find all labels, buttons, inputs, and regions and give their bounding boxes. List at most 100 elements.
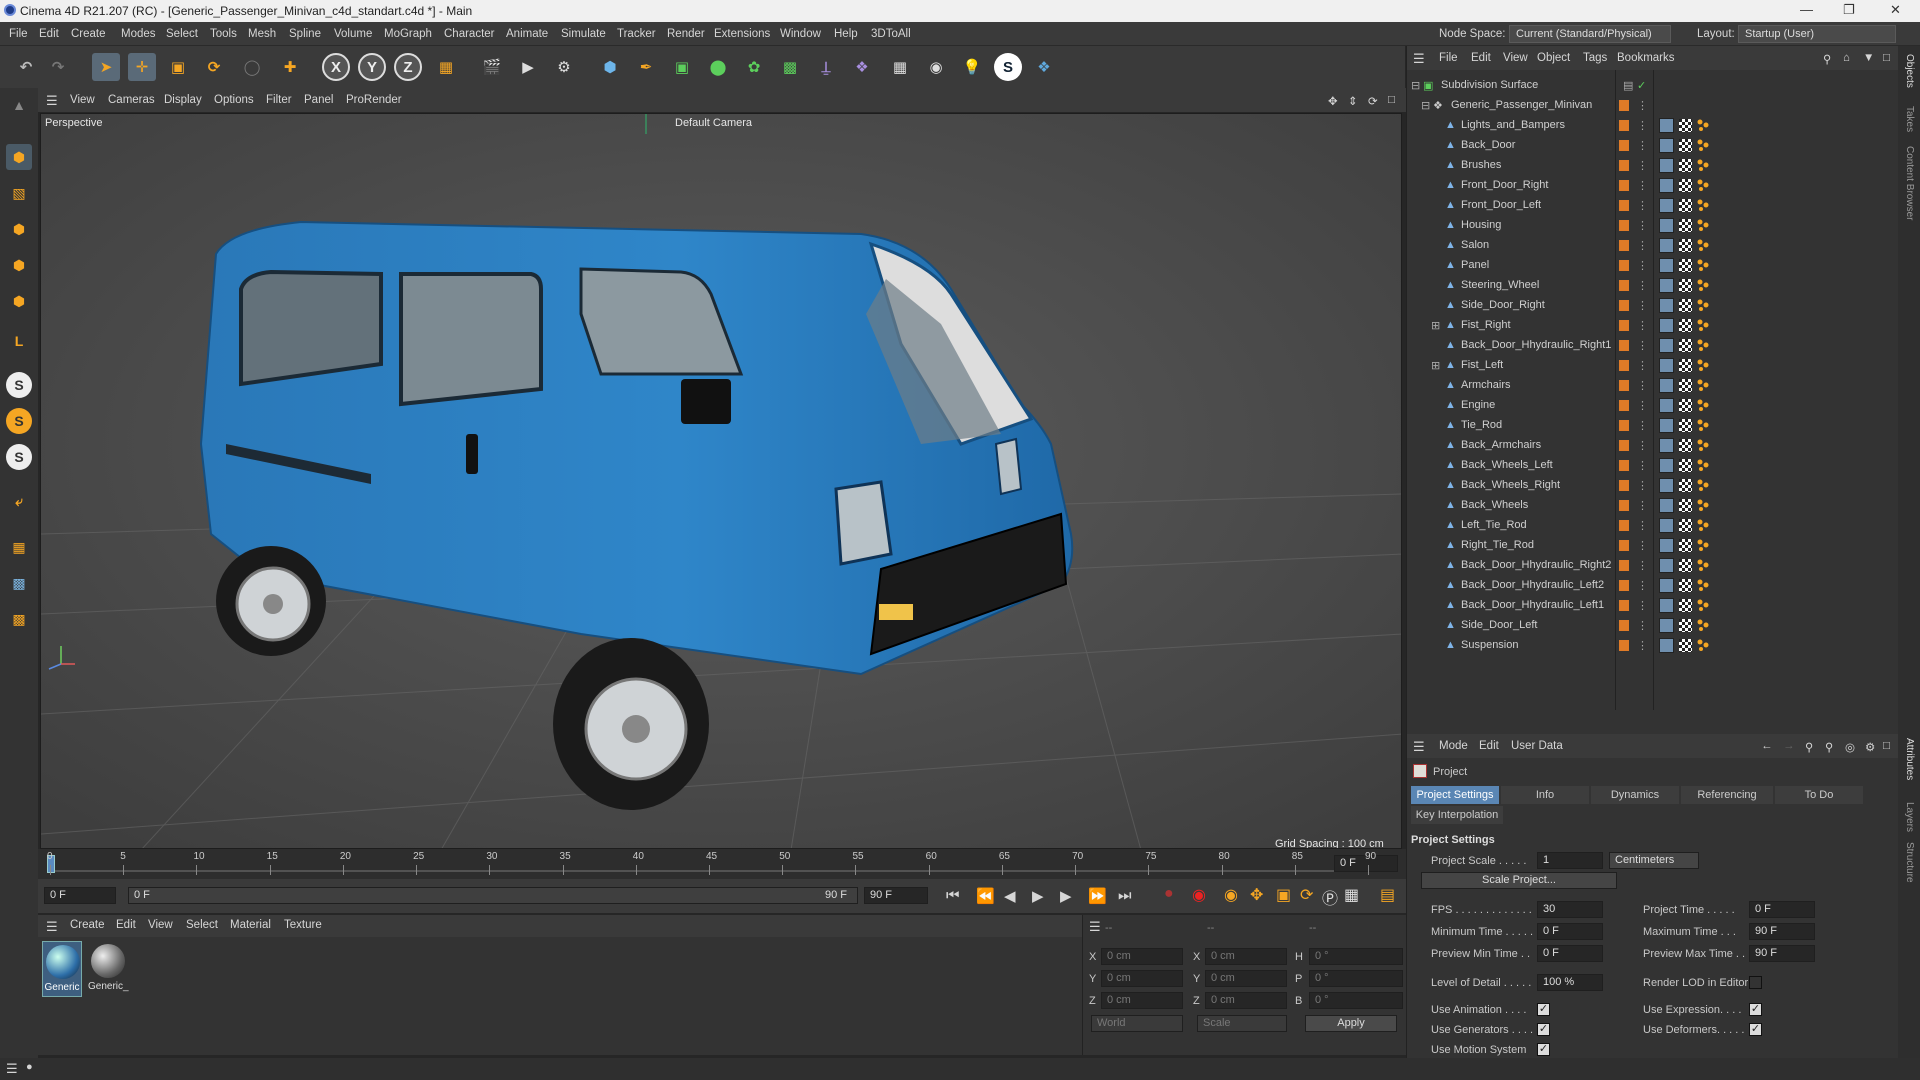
texture-tag-icon[interactable] <box>1679 459 1692 472</box>
material-tag-icon[interactable] <box>1697 159 1709 171</box>
vp-menu-panel[interactable]: Panel <box>304 94 333 106</box>
attr-menu-user-data[interactable]: User Data <box>1511 740 1563 752</box>
visibility-dots-icon[interactable]: ⋮ <box>1637 199 1648 212</box>
visibility-dots-icon[interactable]: ⋮ <box>1637 559 1648 572</box>
tab-layers-vertical[interactable]: Layers <box>1904 802 1915 832</box>
layer-color-icon[interactable] <box>1619 320 1629 331</box>
apply-button[interactable]: Apply <box>1305 1015 1397 1032</box>
model-mode-icon[interactable]: ⬢ <box>6 144 32 170</box>
texture-tag-icon[interactable] <box>1679 219 1692 232</box>
material-tag-icon[interactable] <box>1697 219 1709 231</box>
mat-menu-edit[interactable]: Edit <box>116 919 136 931</box>
tab-content-browser-vertical[interactable]: Content Browser <box>1904 146 1915 220</box>
phong-tag-icon[interactable] <box>1659 558 1674 573</box>
points-mode-icon[interactable]: ⬢ <box>6 216 32 242</box>
layer-color-icon[interactable] <box>1619 640 1629 651</box>
texture-tag-icon[interactable] <box>1679 239 1692 252</box>
object-row[interactable]: ▲ Salon ⋮ <box>1407 236 1899 256</box>
array-icon[interactable]: ▩ <box>776 53 804 81</box>
layer-color-icon[interactable] <box>1619 360 1629 371</box>
layer-color-icon[interactable] <box>1619 300 1629 311</box>
rotation-key-icon[interactable]: ⟳ <box>1300 885 1313 905</box>
obj-menu-edit[interactable]: Edit <box>1471 52 1491 64</box>
phong-tag-icon[interactable] <box>1659 438 1674 453</box>
object-row[interactable]: ▲ Lights_and_Bampers ⋮ <box>1407 116 1899 136</box>
phong-tag-icon[interactable] <box>1659 618 1674 633</box>
maximize-view-icon[interactable]: □ <box>1388 94 1395 106</box>
snap-icon[interactable]: S <box>6 372 32 398</box>
phong-tag-icon[interactable] <box>1659 498 1674 513</box>
mograph-cloner-icon[interactable]: ✿ <box>740 53 768 81</box>
previous-key-icon[interactable]: ⏪ <box>976 887 995 905</box>
use-deformers-checkbox[interactable]: ✓ <box>1749 1023 1762 1036</box>
visibility-dots-icon[interactable]: ⋮ <box>1637 179 1648 192</box>
menu-tools[interactable]: Tools <box>210 28 237 40</box>
visibility-dots-icon[interactable]: ⋮ <box>1637 359 1648 372</box>
attr-options-icon[interactable]: ⚙ <box>1865 740 1875 754</box>
fps-field[interactable]: 30 <box>1537 901 1603 918</box>
visibility-dots-icon[interactable]: ⋮ <box>1637 499 1648 512</box>
keyframe-selection-icon[interactable]: ◉ <box>1224 885 1238 905</box>
visibility-dots-icon[interactable]: ⋮ <box>1637 419 1648 432</box>
texture-tag-icon[interactable] <box>1679 259 1692 272</box>
scale-tool-icon[interactable]: ▣ <box>164 53 192 81</box>
layer-color-icon[interactable] <box>1619 560 1629 571</box>
layer-color-icon[interactable] <box>1619 140 1629 151</box>
layer-color-icon[interactable] <box>1619 120 1629 131</box>
grid-icon[interactable]: ▦ <box>6 534 32 560</box>
coords-hamburger-icon[interactable]: ☰ <box>1089 919 1101 935</box>
texture-tag-icon[interactable] <box>1679 379 1692 392</box>
texture-tag-icon[interactable] <box>1679 579 1692 592</box>
dolly-view-icon[interactable]: ⇕ <box>1348 94 1358 108</box>
texture-tag-icon[interactable] <box>1679 639 1692 652</box>
minimum-time-field[interactable]: 0 F <box>1537 923 1603 940</box>
play-icon[interactable]: ▶ <box>1032 887 1044 905</box>
phong-tag-icon[interactable] <box>1659 158 1674 173</box>
frame-range-slider[interactable]: 0 F 90 F <box>128 887 858 904</box>
pan-view-icon[interactable]: ✥ <box>1328 94 1338 108</box>
polygons-mode-icon[interactable]: ⬢ <box>6 288 32 314</box>
layer-color-icon[interactable] <box>1619 440 1629 451</box>
texture-tag-icon[interactable] <box>1679 399 1692 412</box>
visibility-dots-icon[interactable]: ⋮ <box>1637 599 1648 612</box>
tab-objects-vertical[interactable]: Objects <box>1904 54 1915 88</box>
python-icon[interactable]: ❖ <box>1030 53 1058 81</box>
material-tag-icon[interactable] <box>1697 559 1709 571</box>
layer-color-icon[interactable] <box>1619 620 1629 631</box>
cube-object-icon[interactable]: ⬢ <box>596 53 624 81</box>
obj-menu-tags[interactable]: Tags <box>1583 52 1607 64</box>
project-time-field[interactable]: 0 F <box>1749 901 1815 918</box>
material-tag-icon[interactable] <box>1697 519 1709 531</box>
step-forward-icon[interactable]: ▶ <box>1060 887 1072 905</box>
level-of-detail-field[interactable]: 100 % <box>1537 974 1603 991</box>
tab-attributes-vertical[interactable]: Attributes <box>1904 738 1915 780</box>
layer-color-icon[interactable] <box>1619 180 1629 191</box>
visibility-icon[interactable]: ▤ <box>1623 79 1633 92</box>
menu-create[interactable]: Create <box>71 28 106 40</box>
mat-menu-view[interactable]: View <box>148 919 173 931</box>
texture-tag-icon[interactable] <box>1679 279 1692 292</box>
use-generators-checkbox[interactable]: ✓ <box>1537 1023 1550 1036</box>
bend-deformer-icon[interactable]: ⍊ <box>812 53 840 81</box>
use-expression-checkbox[interactable]: ✓ <box>1749 1003 1762 1016</box>
phong-tag-icon[interactable] <box>1659 278 1674 293</box>
menu-mesh[interactable]: Mesh <box>248 28 276 40</box>
menu-window[interactable]: Window <box>780 28 821 40</box>
object-row[interactable]: ▲ Back_Door_Hhydraulic_Left1 ⋮ <box>1407 596 1899 616</box>
phong-tag-icon[interactable] <box>1659 578 1674 593</box>
texture-tag-icon[interactable] <box>1679 519 1692 532</box>
redo-icon[interactable]: ↷ <box>44 53 72 81</box>
perspective-viewport[interactable]: Perspective Default Camera Grid Spacing … <box>40 113 1402 849</box>
viewport-solo-icon[interactable]: ▩ <box>6 606 32 632</box>
status-hamburger-icon[interactable]: ☰ <box>6 1061 18 1077</box>
minimize-icon[interactable]: — <box>1800 2 1813 17</box>
step-back-icon[interactable]: ◀ <box>1004 887 1016 905</box>
object-row-root[interactable]: ⊟ ▣ Subdivision Surface ▤ ✓ <box>1407 76 1899 96</box>
menu-mograph[interactable]: MoGraph <box>384 28 432 40</box>
material-tag-icon[interactable] <box>1697 419 1709 431</box>
object-row[interactable]: ▲ Back_Wheels_Left ⋮ <box>1407 456 1899 476</box>
layer-color-icon[interactable] <box>1619 100 1629 111</box>
hamburger-icon[interactable]: ☰ <box>46 93 58 109</box>
magnet-icon[interactable]: ⤶ <box>6 488 32 514</box>
material-tag-icon[interactable] <box>1697 499 1709 511</box>
